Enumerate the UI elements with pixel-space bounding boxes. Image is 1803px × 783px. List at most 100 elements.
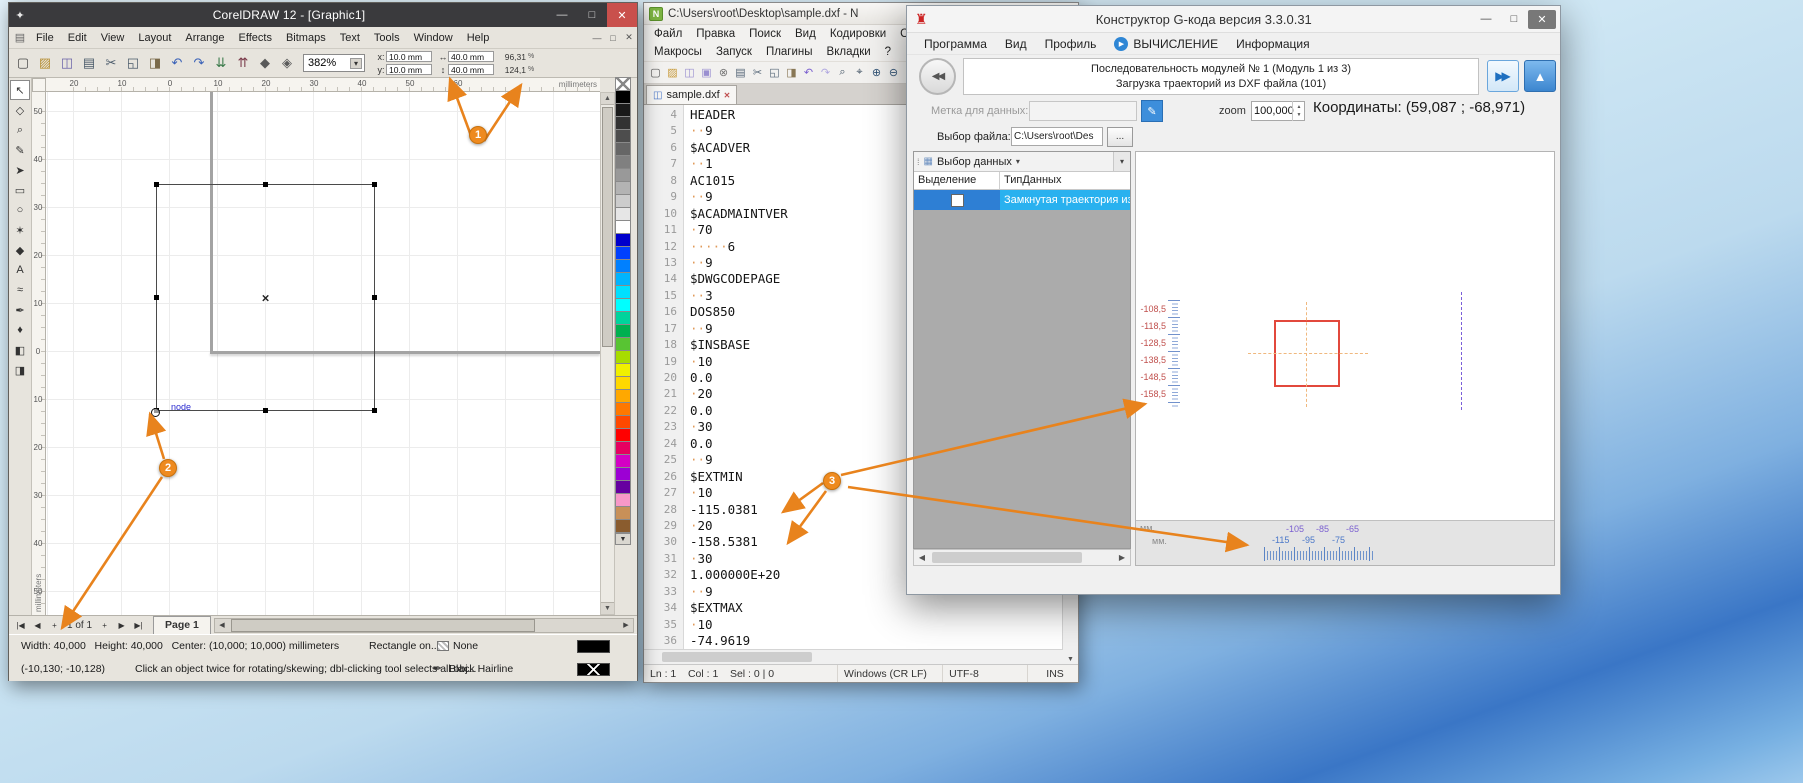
scrollbar-thumb[interactable] (932, 552, 1082, 563)
save-all-icon[interactable]: ▣ (698, 64, 715, 81)
color-swatch[interactable] (615, 428, 631, 442)
color-swatch[interactable] (615, 363, 631, 377)
mdi-restore-button[interactable]: □ (605, 33, 621, 43)
color-swatch[interactable] (615, 376, 631, 390)
scroll-left-button[interactable]: ◀ (914, 553, 930, 562)
color-swatch[interactable] (615, 493, 631, 507)
page-nav-button[interactable]: ▶| (130, 621, 147, 630)
object-width-field[interactable]: 40.0 mm (448, 51, 494, 62)
spin-down-icon[interactable]: ▼ (1297, 112, 1302, 118)
text-tool[interactable]: A (10, 260, 30, 280)
color-swatch[interactable] (615, 298, 631, 312)
spin-up-icon[interactable]: ▲ (1297, 104, 1302, 110)
scroll-left-button[interactable]: ◀ (215, 621, 229, 629)
color-swatch[interactable] (615, 467, 631, 481)
object-y-position-field[interactable]: 10.0 mm (386, 64, 432, 75)
cd-menu-edit[interactable]: Edit (61, 29, 94, 47)
scrollbar-thumb[interactable] (230, 618, 536, 632)
save-icon[interactable]: ◫ (56, 52, 78, 74)
replace-icon[interactable]: ⌖ (851, 64, 868, 81)
close-file-icon[interactable]: ⊗ (715, 64, 732, 81)
eyedropper-tool[interactable]: ✒ (10, 300, 30, 320)
color-swatch[interactable] (615, 155, 631, 169)
vertical-scrollbar[interactable]: ▲ ▼ (600, 92, 615, 615)
trajectory-cell[interactable]: Замкнутая траектория из 5 (1000, 190, 1130, 210)
scrollbar-thumb[interactable] (602, 107, 613, 347)
selected-rectangle[interactable]: × node (151, 182, 377, 417)
print-icon[interactable]: ▤ (78, 52, 100, 74)
cd-menu-text[interactable]: Text (333, 29, 367, 47)
selection-handle[interactable] (154, 294, 159, 300)
new-file-icon[interactable]: ▢ (647, 64, 664, 81)
drawing-canvas[interactable]: × node (46, 92, 600, 615)
app-launcher-icon[interactable]: ◈ (276, 52, 298, 74)
start-button[interactable]: ▲ (1524, 60, 1556, 92)
color-swatch[interactable] (615, 311, 631, 325)
cd-menu-window[interactable]: Window (407, 29, 460, 47)
close-button[interactable]: ✕ (607, 3, 637, 27)
minimize-button[interactable]: — (547, 3, 577, 27)
np-menu-item[interactable]: Вид (788, 27, 823, 41)
undo-icon[interactable]: ↶ (800, 64, 817, 81)
color-swatch[interactable] (615, 103, 631, 117)
zoom-tool[interactable]: ⌕ (10, 120, 30, 140)
new-document-icon[interactable]: ▢ (12, 52, 34, 74)
horizontal-ruler[interactable]: 20 10 0 10 20 30 40 50 60 millimeters (46, 78, 600, 92)
color-swatch[interactable] (615, 246, 631, 260)
data-label-input[interactable] (1029, 101, 1137, 121)
save-icon[interactable]: ◫ (681, 64, 698, 81)
gc-menu-3[interactable]: ▶ ВЫЧИСЛЕНИЕ (1105, 35, 1227, 53)
cd-menu-view[interactable]: View (94, 29, 132, 47)
page-nav-button[interactable]: + (96, 621, 113, 630)
color-swatch[interactable] (615, 350, 631, 364)
selection-handle[interactable] (372, 408, 377, 413)
object-x-position-field[interactable]: 10.0 mm (386, 51, 432, 62)
copy-icon[interactable]: ◱ (122, 52, 144, 74)
outline-tool[interactable]: ♦ (10, 320, 30, 340)
gc-menu-0[interactable]: Программа (915, 35, 996, 53)
redo-icon[interactable]: ↷ (188, 52, 210, 74)
selection-handle[interactable] (262, 408, 268, 413)
color-swatch[interactable] (615, 480, 631, 494)
gc-menu-1[interactable]: Вид (996, 35, 1036, 53)
scale-y-field[interactable]: 124,1 (500, 65, 526, 75)
color-swatch[interactable] (615, 259, 631, 273)
page-nav-button[interactable]: |◀ (12, 621, 29, 630)
cd-menu-tools[interactable]: Tools (367, 29, 407, 47)
rectangle-tool[interactable]: ▭ (10, 180, 30, 200)
color-swatch[interactable] (615, 285, 631, 299)
color-swatch[interactable] (615, 181, 631, 195)
scale-x-field[interactable]: 96,31 (500, 52, 526, 62)
mdi-minimize-button[interactable]: — (589, 33, 605, 43)
np-menu-item[interactable]: Вкладки (820, 45, 878, 59)
np-menu-item[interactable]: Запуск (709, 45, 759, 59)
polygon-tool[interactable]: ✶ (10, 220, 30, 240)
scroll-up-button[interactable]: ▲ (601, 93, 614, 105)
color-swatch[interactable] (615, 324, 631, 338)
np-menu-item[interactable]: Поиск (742, 27, 788, 41)
color-swatch[interactable] (615, 116, 631, 130)
copy-icon[interactable]: ◱ (766, 64, 783, 81)
data-select-dropdown[interactable]: ⁞ ▦ Выбор данных ▾ ▾ (914, 152, 1130, 172)
cd-menu-help[interactable]: Help (460, 29, 497, 47)
rewind-button[interactable]: ◀◀ (919, 58, 956, 95)
undo-icon[interactable]: ↶ (166, 52, 188, 74)
palette-scroll-down[interactable]: ▼ (615, 533, 631, 545)
print-icon[interactable]: ▤ (732, 64, 749, 81)
zoom-combo[interactable]: 382% ▾ (303, 54, 365, 72)
table-row[interactable]: Замкнутая траектория из 5 (914, 190, 1130, 210)
color-swatch[interactable] (615, 142, 631, 156)
cd-menu-bitmaps[interactable]: Bitmaps (279, 29, 333, 47)
interactive-blend-tool[interactable]: ≈ (10, 280, 30, 300)
pick-tool[interactable]: ↖ (10, 80, 30, 100)
basic-shapes-tool[interactable]: ◆ (10, 240, 30, 260)
maximize-button[interactable]: □ (577, 3, 607, 27)
fast-forward-button[interactable]: ▶▶ (1487, 60, 1519, 92)
scroll-down-button[interactable]: ▼ (601, 602, 614, 614)
scroll-right-button[interactable]: ▶ (1114, 553, 1130, 562)
selection-checkbox[interactable] (950, 193, 964, 207)
fill-tool[interactable]: ◧ (10, 340, 30, 360)
color-swatch[interactable] (615, 220, 631, 234)
selection-handle[interactable] (154, 182, 159, 187)
panel-horizontal-scrollbar[interactable]: ◀ ▶ (913, 549, 1131, 566)
